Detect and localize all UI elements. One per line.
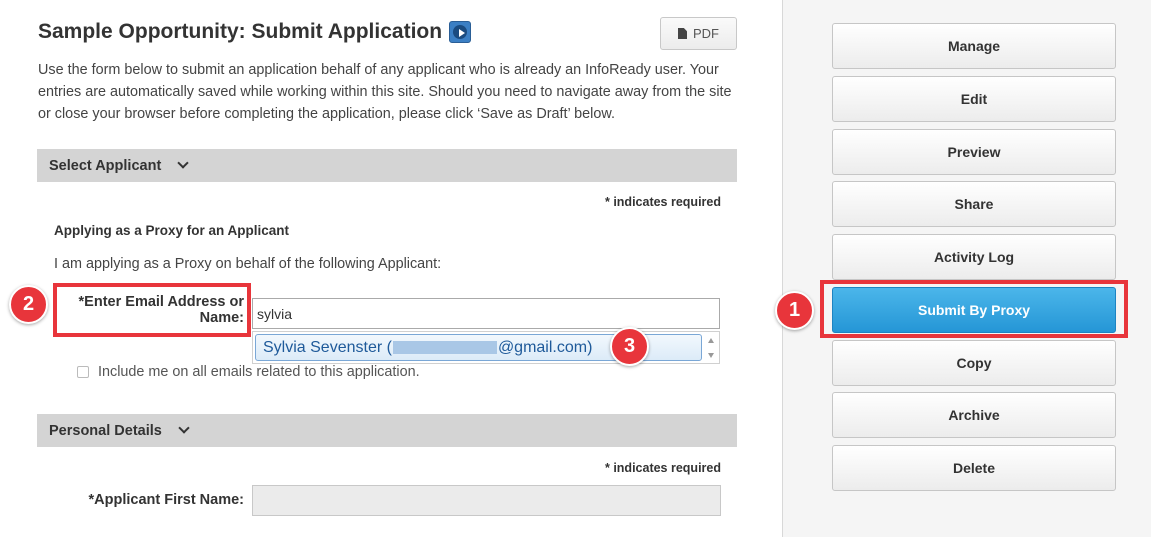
suggestion-name: Sylvia Sevenster ( <box>263 339 392 356</box>
first-name-label: *Applicant First Name: <box>88 492 245 508</box>
activity-log-button[interactable]: Activity Log <box>832 234 1116 280</box>
scroll-up-icon[interactable] <box>708 338 714 343</box>
required-note: * indicates required <box>604 461 721 475</box>
proxy-description: I am applying as a Proxy on behalf of th… <box>54 256 442 272</box>
personal-details-section-toggle[interactable]: Personal Details <box>37 414 737 447</box>
callout-badge-3: 3 <box>610 327 649 366</box>
autocomplete-dropdown: Sylvia Sevenster ( @gmail.com) <box>252 331 720 364</box>
email-field-label: *Enter Email Address or Name: <box>78 294 244 326</box>
preview-button[interactable]: Preview <box>832 129 1116 175</box>
callout-badge-2: 2 <box>9 285 48 324</box>
main-content: Sample Opportunity: Submit Application P… <box>0 0 782 537</box>
share-button[interactable]: Share <box>832 181 1116 227</box>
copy-button[interactable]: Copy <box>832 340 1116 386</box>
email-or-name-input[interactable] <box>252 298 720 329</box>
manage-button[interactable]: Manage <box>832 23 1116 69</box>
page-title: Sample Opportunity: Submit Application <box>38 20 472 44</box>
play-video-icon[interactable] <box>449 21 472 43</box>
include-emails-checkbox[interactable] <box>77 366 89 378</box>
required-note: * indicates required <box>604 195 721 209</box>
callout-badge-1: 1 <box>775 291 814 330</box>
chevron-down-icon <box>177 157 189 169</box>
submit-by-proxy-button[interactable]: Submit By Proxy <box>832 287 1116 333</box>
select-applicant-section-toggle[interactable]: Select Applicant <box>37 149 737 182</box>
suggestion-email-suffix: @gmail.com) <box>497 339 593 356</box>
scroll-down-icon[interactable] <box>708 353 714 358</box>
file-icon <box>678 28 687 39</box>
delete-button[interactable]: Delete <box>832 445 1116 491</box>
redacted-email <box>392 341 497 355</box>
select-applicant-section-label: Select Applicant <box>49 157 162 174</box>
intro-text: Use the form below to submit an applicat… <box>38 62 732 122</box>
page-title-text: Sample Opportunity: Submit Application <box>38 20 443 43</box>
include-emails-label: Include me on all emails related to this… <box>98 364 420 380</box>
pdf-button-label: PDF <box>693 26 719 41</box>
chevron-down-icon <box>178 422 190 434</box>
proxy-heading: Applying as a Proxy for an Applicant <box>54 223 290 238</box>
personal-details-section-label: Personal Details <box>49 422 162 439</box>
first-name-field[interactable] <box>252 485 721 516</box>
edit-button[interactable]: Edit <box>832 76 1116 122</box>
archive-button[interactable]: Archive <box>832 392 1116 438</box>
pdf-button[interactable]: PDF <box>660 17 737 50</box>
